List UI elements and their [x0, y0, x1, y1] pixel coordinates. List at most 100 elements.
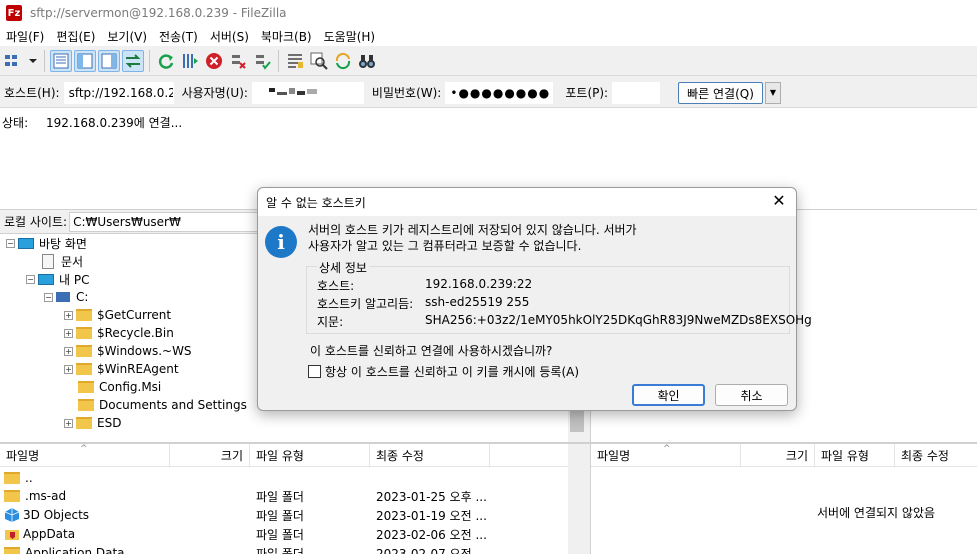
- host-field[interactable]: sftp://192.168.0.2:: [63, 81, 174, 104]
- ok-button[interactable]: 확인: [632, 384, 705, 406]
- site-manager-icon[interactable]: [3, 50, 25, 72]
- checkbox-box[interactable]: [308, 365, 321, 378]
- host-detail-label: 호스트:: [317, 279, 355, 293]
- tree-item-drive-c[interactable]: − C:: [44, 288, 88, 306]
- tree-item-folder[interactable]: + $Recycle.Bin: [64, 324, 174, 342]
- column-header-modified[interactable]: 최종 수정: [370, 444, 490, 466]
- header-divider: [0, 466, 586, 467]
- compare-directories-icon[interactable]: [308, 50, 330, 72]
- tree-item-folder[interactable]: + $GetCurrent: [64, 306, 171, 324]
- menu-file[interactable]: 파일(F): [0, 28, 50, 45]
- table-row[interactable]: 3D Objects: [4, 505, 89, 525]
- checkbox-label: 항상 이 호스트를 신뢰하고 이 키를 캐시에 등록(A): [325, 365, 580, 379]
- column-header-type[interactable]: 파일 유형: [250, 444, 370, 466]
- collapse-icon[interactable]: −: [6, 238, 15, 248]
- password-label: 비밀번호(W):: [371, 86, 442, 100]
- toggle-queue-icon[interactable]: [122, 49, 144, 72]
- column-header-size[interactable]: 크기: [741, 444, 815, 466]
- expand-icon[interactable]: +: [64, 364, 73, 374]
- site-manager-dropdown-icon[interactable]: [27, 50, 39, 72]
- file-modified: 2023-01-19 오전 ...: [376, 508, 487, 523]
- algorithm-detail-label: 호스트키 알고리듬:: [317, 297, 414, 311]
- file-name: AppData: [23, 527, 76, 541]
- file-name: ..: [25, 471, 33, 485]
- table-row[interactable]: Application Data: [4, 543, 125, 554]
- port-label: 포트(P):: [565, 86, 609, 100]
- tree-item-my-pc[interactable]: − 내 PC: [26, 270, 89, 288]
- refresh-icon[interactable]: [155, 50, 177, 72]
- expand-icon[interactable]: +: [64, 328, 73, 338]
- cancel-operation-icon[interactable]: [203, 50, 225, 72]
- table-row[interactable]: ..: [4, 468, 33, 488]
- status-label: 상태:: [2, 116, 29, 130]
- file-list-scrollbar[interactable]: [568, 444, 586, 554]
- computer-icon: [38, 273, 54, 285]
- algorithm-detail-value: ssh-ed25519 255: [425, 295, 530, 309]
- folder-icon: [76, 363, 92, 375]
- drive-icon: [56, 292, 70, 302]
- tree-item-folder[interactable]: + $WinREAgent: [64, 360, 179, 378]
- toolbar-separator: [149, 49, 150, 72]
- tree-item-desktop[interactable]: − 바탕 화면: [6, 234, 87, 252]
- file-type: 파일 폴더: [256, 489, 304, 504]
- tree-item-folder[interactable]: Documents and Settings: [78, 396, 247, 414]
- info-icon: i: [265, 226, 297, 258]
- toggle-remote-tree-icon[interactable]: [98, 49, 120, 72]
- menu-view[interactable]: 보기(V): [101, 28, 153, 45]
- folder-icon: [4, 490, 20, 502]
- quickconnect-button[interactable]: 빠른 연결(Q): [678, 81, 763, 104]
- disconnect-icon[interactable]: [227, 50, 249, 72]
- reconnect-icon[interactable]: [251, 50, 273, 72]
- fingerprint-detail-label: 지문:: [317, 315, 344, 329]
- document-icon: [42, 253, 54, 269]
- dialog-title-bar: 알 수 없는 호스트키 ✕: [258, 188, 796, 216]
- folder-icon: [78, 399, 94, 411]
- expand-icon[interactable]: +: [64, 418, 73, 428]
- fingerprint-detail-value: SHA256:+03z2/1eMY05hkOlY25DKqGhR83J9NweM…: [425, 313, 812, 327]
- folder-icon: [4, 547, 20, 554]
- table-row[interactable]: .ms-ad: [4, 486, 66, 506]
- menu-help[interactable]: 도움말(H): [318, 28, 382, 45]
- quickconnect-dropdown-icon[interactable]: ▼: [764, 81, 781, 104]
- toolbar: [0, 46, 977, 76]
- expand-icon[interactable]: +: [64, 346, 73, 356]
- expand-icon[interactable]: +: [64, 310, 73, 320]
- column-header-type[interactable]: 파일 유형: [815, 444, 895, 466]
- collapse-icon[interactable]: −: [44, 292, 53, 302]
- details-title: 상세 정보: [317, 259, 369, 276]
- process-queue-icon[interactable]: [179, 50, 201, 72]
- sort-ascending-icon: ^: [80, 444, 88, 454]
- cancel-button[interactable]: 취소: [715, 384, 788, 406]
- search-binoculars-icon[interactable]: [356, 50, 378, 72]
- toggle-log-icon[interactable]: [50, 49, 72, 72]
- sync-browsing-icon[interactable]: [332, 50, 354, 72]
- tree-item-label: ESD: [97, 416, 122, 430]
- menu-bookmarks[interactable]: 북마크(B): [255, 28, 318, 45]
- sort-ascending-icon: ^: [663, 444, 671, 454]
- always-trust-checkbox[interactable]: 항상 이 호스트를 신뢰하고 이 키를 캐시에 등록(A): [308, 363, 579, 380]
- tree-item-folder[interactable]: Config.Msi: [78, 378, 161, 396]
- dialog-title: 알 수 없는 호스트키: [266, 195, 366, 210]
- column-header-size[interactable]: 크기: [170, 444, 250, 466]
- tree-item-folder[interactable]: + ESD: [64, 414, 121, 432]
- tree-item-folder[interactable]: + $Windows.~WS: [64, 342, 192, 360]
- unknown-host-key-dialog: 알 수 없는 호스트키 ✕ i 서버의 호스트 키가 레지스트리에 저장되어 있…: [257, 187, 812, 411]
- password-field[interactable]: •●●●●●●●●: [445, 81, 554, 104]
- tree-item-documents[interactable]: 문서: [40, 252, 83, 270]
- status-text: 192.168.0.239에 연결...: [46, 116, 183, 130]
- collapse-icon[interactable]: −: [26, 274, 35, 284]
- table-row[interactable]: AppData: [4, 524, 75, 544]
- file-modified: 2023-01-25 오후 ...: [376, 489, 487, 504]
- username-label: 사용자명(U):: [181, 86, 248, 100]
- toggle-local-tree-icon[interactable]: [74, 49, 96, 72]
- close-icon[interactable]: ✕: [770, 193, 788, 211]
- menu-transfer[interactable]: 전송(T): [153, 28, 204, 45]
- username-field[interactable]: [251, 81, 364, 104]
- filezilla-logo-icon: Fz: [6, 5, 22, 21]
- port-field[interactable]: [612, 81, 661, 104]
- column-header-modified[interactable]: 최종 수정: [895, 444, 977, 466]
- directory-listing-filter-icon[interactable]: [284, 50, 306, 72]
- title-bar: Fz sftp://servermon@192.168.0.239 - File…: [0, 0, 977, 26]
- menu-server[interactable]: 서버(S): [204, 28, 255, 45]
- menu-edit[interactable]: 편집(E): [50, 28, 101, 45]
